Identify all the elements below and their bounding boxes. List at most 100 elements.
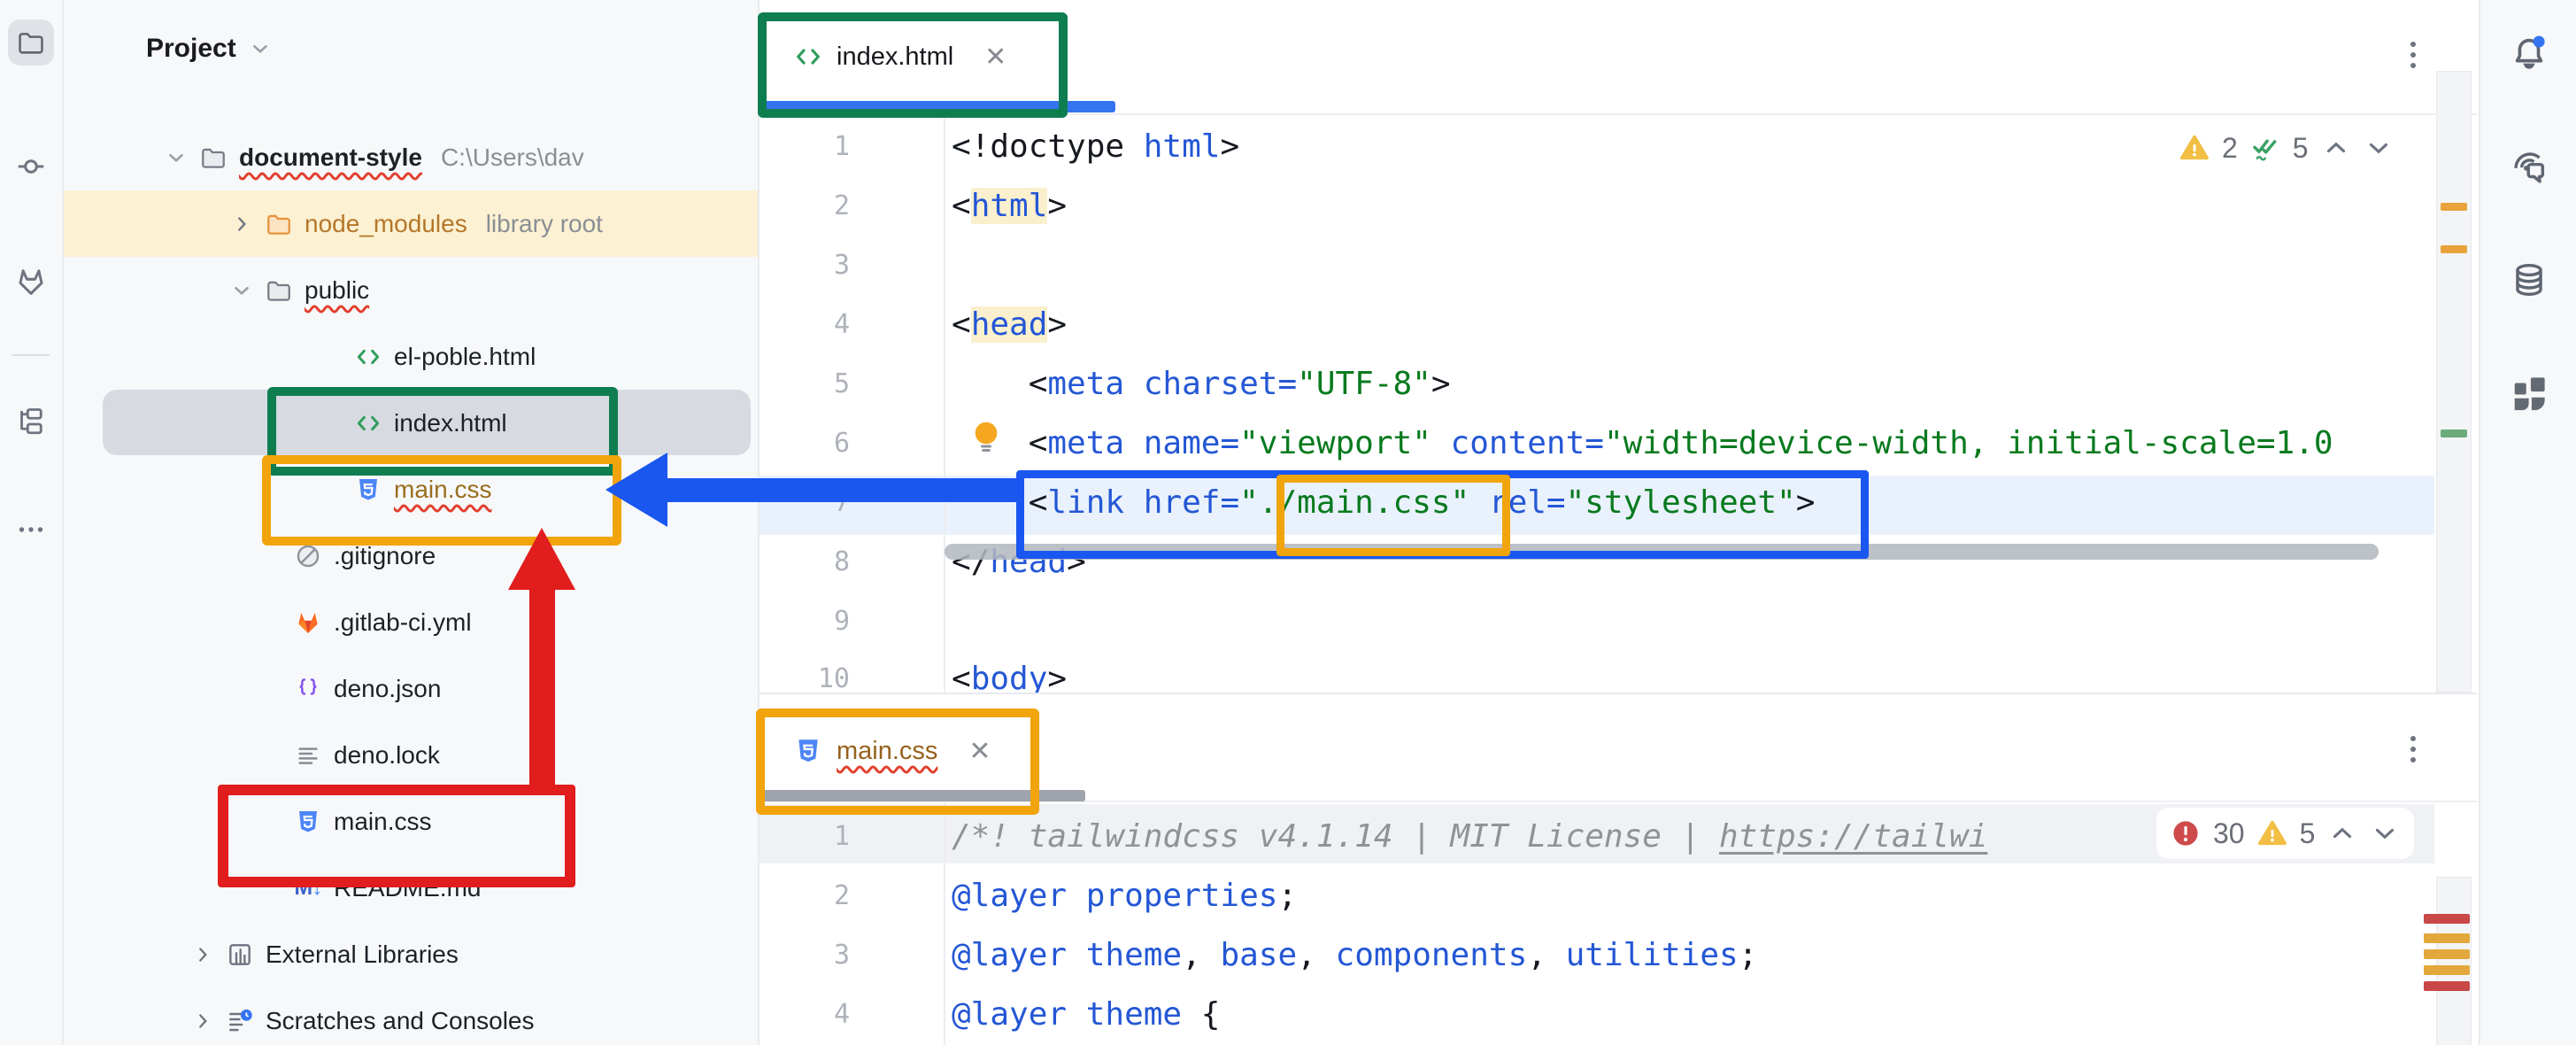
more-icon bbox=[15, 514, 47, 546]
tree-item-scratches[interactable]: Scratches and Consoles bbox=[62, 987, 760, 1045]
ai-assistant-icon bbox=[2509, 146, 2549, 187]
tab-index-html[interactable]: index.html ✕ bbox=[793, 23, 1006, 90]
editor-options-kebab-icon[interactable] bbox=[2395, 35, 2431, 74]
next-problem-chevron-down-icon[interactable] bbox=[2364, 133, 2394, 163]
tree-item-deno-json[interactable]: deno.json bbox=[62, 655, 760, 722]
horizontal-scrollbar[interactable] bbox=[945, 544, 2379, 560]
warning-stripe-mark[interactable] bbox=[2441, 245, 2467, 253]
html-icon bbox=[354, 343, 382, 371]
code-text: <meta charset="UTF-8"> bbox=[952, 366, 1451, 402]
no-problems-icon bbox=[2250, 133, 2280, 163]
chevron-down-icon[interactable] bbox=[230, 279, 253, 302]
tree-item-gitignore[interactable]: .gitignore bbox=[62, 522, 760, 589]
package-checker-icon bbox=[2509, 373, 2549, 414]
chevron-right-icon[interactable] bbox=[230, 213, 253, 236]
line-number: 8 bbox=[760, 546, 850, 577]
markdown-icon: M↓ bbox=[294, 874, 322, 902]
tree-item-external-libraries[interactable]: External Libraries bbox=[62, 921, 760, 987]
code-text: <link href="./main.css" rel="stylesheet"… bbox=[952, 484, 1815, 521]
line-number: 7 bbox=[760, 487, 850, 518]
tree-item-readme-md[interactable]: M↓ README.md bbox=[62, 855, 760, 921]
bell-icon bbox=[2509, 33, 2549, 74]
line-number: 10 bbox=[760, 663, 850, 693]
warning-icon bbox=[2257, 818, 2287, 848]
editor-options-kebab-icon[interactable] bbox=[2395, 730, 2431, 769]
gitlab-icon bbox=[14, 265, 48, 298]
ai-assistant-button[interactable] bbox=[2506, 143, 2552, 190]
line-number: 2 bbox=[760, 880, 850, 911]
tree-item-el-poble-html[interactable]: el-poble.html bbox=[62, 323, 760, 390]
notifications-button[interactable] bbox=[2506, 30, 2552, 76]
prev-problem-chevron-up-icon[interactable] bbox=[2321, 133, 2351, 163]
code-text: /*! tailwindcss v4.1.14 | MIT License | … bbox=[952, 818, 1987, 855]
project-view-selector[interactable]: Project bbox=[146, 34, 272, 64]
warning-stripe-mark[interactable] bbox=[2424, 933, 2470, 943]
css-icon bbox=[354, 476, 382, 504]
tree-item-public[interactable]: public bbox=[62, 257, 760, 323]
line-number: 1 bbox=[760, 821, 850, 852]
commit-tool-button[interactable] bbox=[8, 143, 54, 190]
code-text: <!doctype html> bbox=[952, 128, 1239, 165]
more-tools-button[interactable] bbox=[8, 507, 54, 553]
css-icon bbox=[294, 808, 322, 836]
code-line-10: 10<body> bbox=[760, 657, 2477, 693]
active-tab-indicator bbox=[760, 101, 1115, 112]
chevron-down-icon[interactable] bbox=[165, 146, 188, 169]
tree-item-deno-lock[interactable]: deno.lock bbox=[62, 722, 760, 788]
code-text: <html> bbox=[952, 188, 1067, 224]
tree-item-document-style[interactable]: document-styleC:\Users\dav bbox=[62, 124, 760, 190]
vertical-scrollbar[interactable] bbox=[2436, 71, 2472, 693]
code-line-5: 5 <meta charset="UTF-8"> bbox=[760, 362, 2477, 405]
inspections-widget-bottom[interactable]: 30 5 bbox=[2156, 808, 2414, 859]
tree-item-index-html[interactable]: index.html bbox=[62, 390, 760, 456]
editor-bottom-header: main.css ✕ bbox=[760, 700, 2477, 802]
libraries-icon bbox=[226, 940, 254, 969]
line-number: 4 bbox=[760, 309, 850, 340]
prev-problem-chevron-up-icon[interactable] bbox=[2327, 818, 2357, 848]
folder-icon bbox=[16, 27, 46, 58]
error-icon bbox=[2171, 818, 2201, 848]
folder-icon bbox=[199, 143, 228, 172]
structure-tool-button[interactable] bbox=[8, 399, 54, 445]
tab-main-css[interactable]: main.css ✕ bbox=[793, 719, 991, 783]
tree-item-label: index.html bbox=[394, 409, 507, 437]
line-number: 9 bbox=[760, 606, 850, 637]
vertical-scrollbar[interactable] bbox=[2436, 877, 2472, 1045]
intention-bulb-icon[interactable] bbox=[970, 420, 1002, 455]
line-number: 2 bbox=[760, 190, 850, 221]
dependencies-button[interactable] bbox=[2506, 370, 2552, 416]
chevron-right-icon[interactable] bbox=[191, 943, 214, 966]
code-text: <head> bbox=[952, 306, 1067, 343]
error-stripe-mark[interactable] bbox=[2424, 914, 2470, 924]
ignore-icon bbox=[294, 542, 322, 570]
code-line-9: 9 bbox=[760, 600, 2477, 642]
chevron-down-icon bbox=[249, 37, 272, 60]
tree-item-hint: library root bbox=[486, 210, 603, 238]
tree-item-node_modules[interactable]: node_moduleslibrary root bbox=[62, 190, 760, 257]
tree-item-label: README.md bbox=[334, 874, 481, 902]
code-text: @layer theme, base, components, utilitie… bbox=[952, 937, 1757, 973]
warning-stripe-mark[interactable] bbox=[2424, 965, 2470, 975]
info-stripe-mark[interactable] bbox=[2441, 430, 2467, 437]
warning-icon bbox=[2179, 133, 2210, 163]
code-text: <meta name="viewport" content="width=dev… bbox=[952, 425, 2333, 461]
error-stripe-mark[interactable] bbox=[2424, 981, 2470, 991]
database-button[interactable] bbox=[2506, 257, 2552, 303]
next-problem-chevron-down-icon[interactable] bbox=[2370, 818, 2400, 848]
gitlab-tool-button[interactable] bbox=[8, 259, 54, 305]
warning-stripe-mark[interactable] bbox=[2441, 203, 2467, 211]
close-tab-icon[interactable]: ✕ bbox=[968, 736, 991, 767]
tree-item-main-css-root[interactable]: main.css bbox=[62, 788, 760, 855]
project-panel: Project document-styleC:\Users\davnode_m… bbox=[62, 0, 760, 1045]
project-tool-button[interactable] bbox=[8, 19, 54, 66]
clean-count: 5 bbox=[2293, 132, 2309, 165]
warning-stripe-mark[interactable] bbox=[2424, 949, 2470, 959]
tree-item-main-css-public[interactable]: main.css bbox=[62, 456, 760, 522]
inspections-widget-top[interactable]: 2 5 bbox=[2165, 122, 2408, 174]
tree-item-label: main.css bbox=[394, 476, 491, 504]
close-tab-icon[interactable]: ✕ bbox=[984, 42, 1006, 73]
chevron-right-icon[interactable] bbox=[191, 1010, 214, 1033]
tree-item-gitlab-ci-yml[interactable]: .gitlab-ci.yml bbox=[62, 589, 760, 655]
json-icon bbox=[294, 675, 322, 703]
tree-item-label: document-style bbox=[239, 143, 422, 172]
